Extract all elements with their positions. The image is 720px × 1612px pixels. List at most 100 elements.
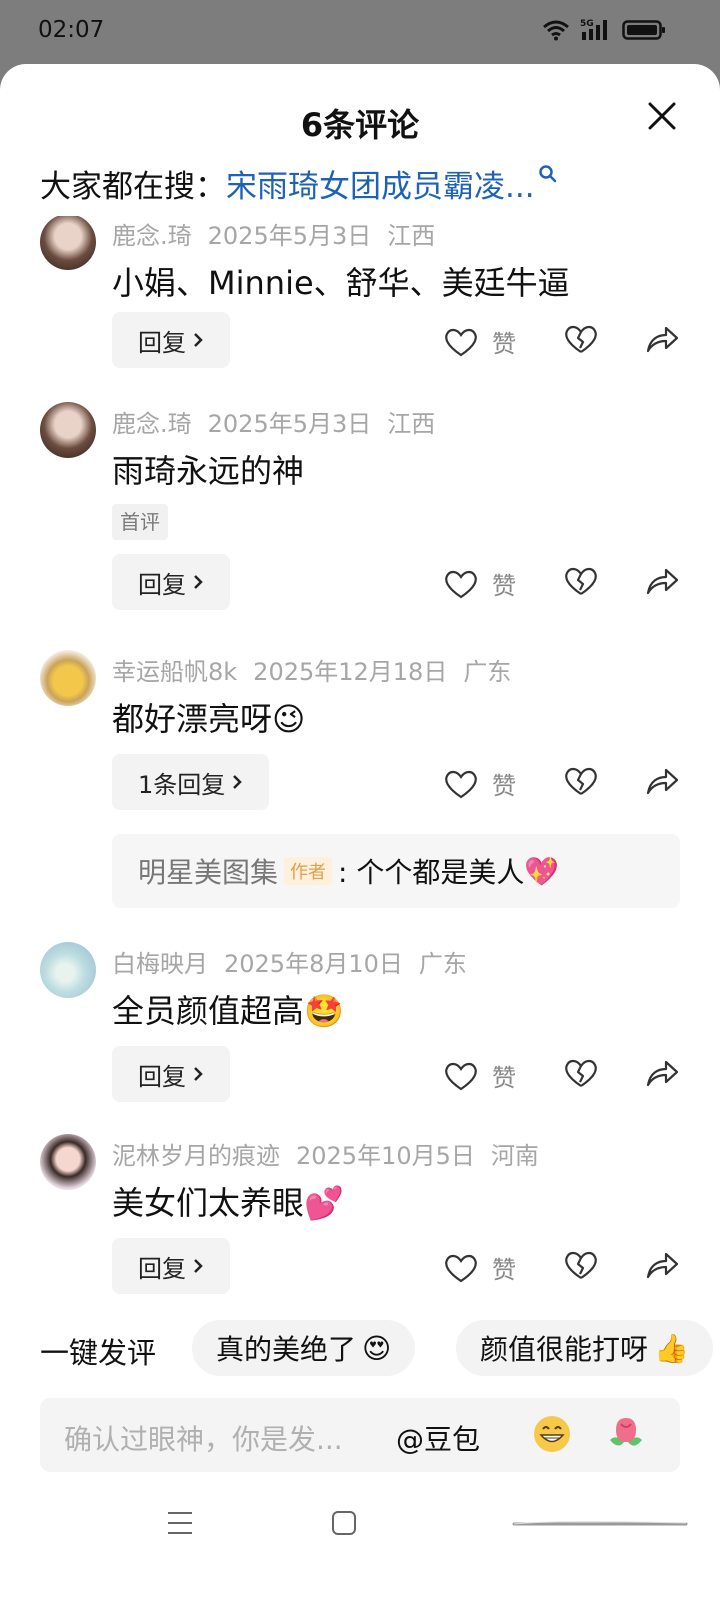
share-icon[interactable] <box>644 1250 680 1280</box>
chevron-right-icon <box>194 1259 203 1273</box>
status-time: 02:07 <box>38 17 105 43</box>
flower-gift-icon[interactable] <box>606 1414 646 1454</box>
comment-meta: 白梅映月 2025年8月10日 广东 <box>112 944 483 979</box>
comment-meta: 幸运船帆8k 2025年12月18日 广东 <box>112 652 527 687</box>
like-button[interactable]: 赞 <box>444 324 516 359</box>
comment-text-content: 美女们太养眼 <box>112 1184 305 1222</box>
status-icons: 5G <box>542 18 666 42</box>
wifi-icon <box>543 20 569 41</box>
comment-text: 都好漂亮呀😉 <box>112 694 305 740</box>
reply-label: 1条回复 <box>138 770 226 799</box>
mention-doubao-button[interactable]: @豆包 <box>396 1418 480 1458</box>
battery-icon <box>622 20 665 40</box>
quick-comment-chip[interactable]: 颜值很能打呀 👍 <box>456 1320 713 1376</box>
chip-label: 颜值很能打呀 <box>480 1333 649 1366</box>
trending-search[interactable]: 大家都在搜： 宋雨琦女团成员霸凌... <box>40 160 558 206</box>
first-comment-tag: 首评 <box>112 504 168 540</box>
two-hearts-emoji: 💕 <box>304 1184 344 1222</box>
view-replies-button[interactable]: 1条回复 <box>112 754 270 810</box>
quick-comment-label: 一键发评 <box>40 1336 157 1370</box>
comment-username[interactable]: 泥林岁月的痕迹 <box>112 1142 280 1170</box>
like-label: 赞 <box>492 1064 516 1092</box>
comment-username[interactable]: 白梅映月 <box>112 950 208 978</box>
heart-icon <box>445 570 477 598</box>
wink-emoji: 😉 <box>272 700 306 738</box>
like-label: 赞 <box>492 572 516 600</box>
sub-reply-username[interactable]: 明星美图集 <box>138 851 278 891</box>
comment-text: 全员颜值超高🤩 <box>112 986 344 1032</box>
status-bar: 02:07 5G <box>0 0 720 64</box>
comment-input-placeholder: 确认过眼神，你是发... <box>64 1423 343 1456</box>
comment-region: 江西 <box>387 222 436 250</box>
like-button[interactable]: 赞 <box>444 766 516 801</box>
trending-search-link[interactable]: 宋雨琦女团成员霸凌... <box>226 161 535 206</box>
trending-search-label: 大家都在搜： <box>40 168 226 205</box>
comment-username[interactable]: 幸运船帆8k <box>112 658 237 686</box>
avatar[interactable] <box>40 216 96 270</box>
comment-meta: 鹿念.琦 2025年5月3日 江西 <box>112 216 451 251</box>
comment-username[interactable]: 鹿念.琦 <box>112 410 192 438</box>
comment-actions: 赞 <box>444 320 680 360</box>
comment-text: 小娟、Minnie、舒华、美廷牛逼 <box>112 264 570 302</box>
chevron-right-icon <box>233 775 243 789</box>
comment-actions: 赞 <box>444 762 680 802</box>
reply-label: 回复 <box>138 1254 186 1283</box>
heart-eyes-emoji: 😍 <box>362 1331 392 1365</box>
comment-meta: 泥林岁月的痕迹 2025年10月5日 河南 <box>112 1136 555 1171</box>
comment-date: 2025年12月18日 <box>253 658 448 686</box>
thumbs-up-emoji: 👍 <box>654 1331 689 1365</box>
reply-button[interactable]: 回复 <box>112 1238 230 1294</box>
comment-region: 广东 <box>418 950 467 978</box>
system-nav-bar <box>0 1504 720 1564</box>
heart-icon <box>445 1062 477 1090</box>
avatar[interactable] <box>40 942 96 998</box>
home-square-icon[interactable] <box>331 1510 357 1536</box>
comment-date: 2025年5月3日 <box>207 410 372 438</box>
chip-label: 真的美绝了 <box>216 1333 357 1366</box>
menu-icon[interactable] <box>166 1510 194 1536</box>
broken-heart-icon[interactable] <box>564 324 598 354</box>
reply-button[interactable]: 回复 <box>112 312 230 368</box>
chevron-right-icon <box>194 1067 203 1081</box>
comment-text: 美女们太养眼💕 <box>112 1178 344 1224</box>
author-tag: 作者 <box>284 857 333 885</box>
comment-meta: 鹿念.琦 2025年5月3日 江西 <box>112 404 451 439</box>
reply-label: 回复 <box>138 1062 186 1091</box>
back-gesture-icon[interactable] <box>510 1520 690 1528</box>
comment-username[interactable]: 鹿念.琦 <box>112 222 192 250</box>
broken-heart-icon[interactable] <box>564 1250 598 1280</box>
comment-date: 2025年8月10日 <box>224 950 403 978</box>
like-button[interactable]: 赞 <box>444 1250 516 1285</box>
reply-button[interactable]: 回复 <box>112 554 230 610</box>
avatar[interactable] <box>40 1134 96 1190</box>
close-icon[interactable] <box>646 100 678 132</box>
share-icon[interactable] <box>644 566 680 596</box>
reply-label: 回复 <box>138 570 186 599</box>
avatar[interactable] <box>40 402 96 458</box>
share-icon[interactable] <box>644 1058 680 1088</box>
network-type: 5G <box>580 19 594 29</box>
share-icon[interactable] <box>644 766 680 796</box>
grin-emoji-icon[interactable] <box>532 1414 572 1454</box>
comment-date: 2025年5月3日 <box>207 222 372 250</box>
broken-heart-icon[interactable] <box>564 766 598 796</box>
like-button[interactable]: 赞 <box>444 566 516 601</box>
reply-button[interactable]: 回复 <box>112 1046 230 1102</box>
like-label: 赞 <box>492 330 516 358</box>
broken-heart-icon[interactable] <box>564 1058 598 1088</box>
like-label: 赞 <box>492 1256 516 1284</box>
quick-comment-chip[interactable]: 真的美绝了 😍 <box>192 1320 416 1376</box>
comment-list[interactable]: 鹿念.琦 2025年5月3日 江西 小娟、Minnie、舒华、美廷牛逼 回复 赞 鹿… <box>0 216 720 1328</box>
heart-icon <box>445 770 477 798</box>
comment-actions: 赞 <box>444 1054 680 1094</box>
comment-sheet: 6条评论 大家都在搜： 宋雨琦女团成员霸凌... 鹿念.琦 2025年5月3日 江西… <box>0 64 720 1612</box>
sub-reply[interactable]: 明星美图集 作者 : 个个都是美人 💖 <box>112 834 680 908</box>
star-eyes-emoji: 🤩 <box>304 992 344 1030</box>
broken-heart-icon[interactable] <box>564 566 598 596</box>
search-icon <box>538 165 556 183</box>
reply-label: 回复 <box>138 328 186 357</box>
comment-input[interactable]: 确认过眼神，你是发... @豆包 <box>40 1398 680 1472</box>
avatar[interactable] <box>40 650 96 706</box>
like-button[interactable]: 赞 <box>444 1058 516 1093</box>
share-icon[interactable] <box>644 324 680 354</box>
